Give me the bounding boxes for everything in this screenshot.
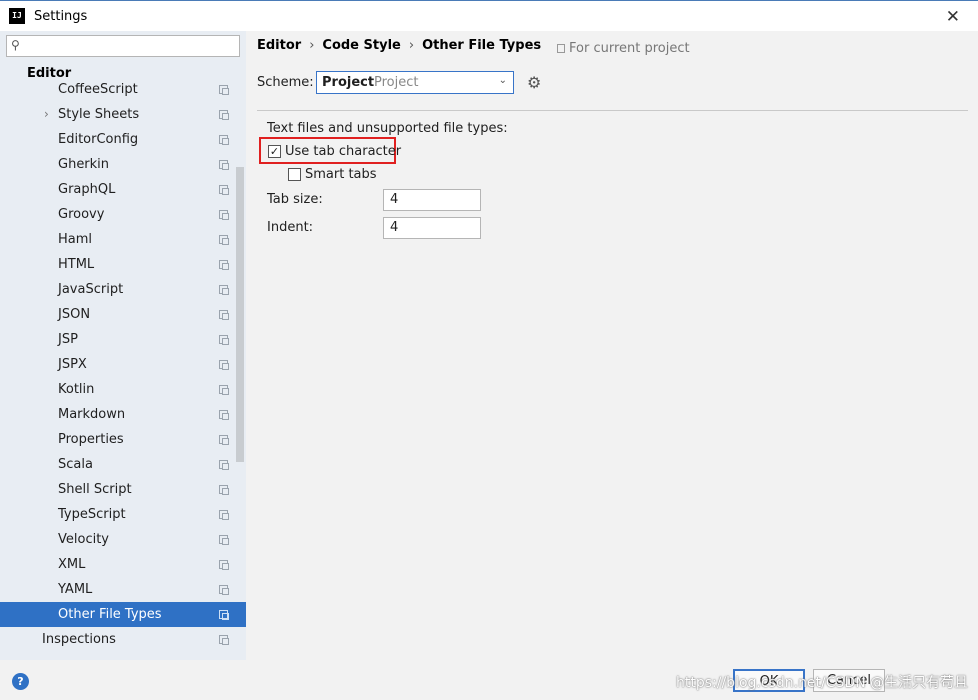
sidebar-item-groovy[interactable]: Groovy: [0, 202, 246, 227]
help-icon[interactable]: ?: [12, 673, 29, 690]
sidebar-item-properties[interactable]: Properties: [0, 427, 246, 452]
sidebar-item-json[interactable]: JSON: [0, 302, 246, 327]
breadcrumb-separator-icon: ›: [309, 38, 315, 53]
sidebar-item-typescript[interactable]: TypeScript: [0, 502, 246, 527]
search-input[interactable]: ⚲: [6, 35, 240, 57]
sidebar-item-gherkin[interactable]: Gherkin: [0, 152, 246, 177]
sidebar-item-haml[interactable]: Haml: [0, 227, 246, 252]
project-scope-icon: [219, 410, 229, 420]
scheme-value: Project: [322, 75, 375, 90]
close-icon[interactable]: ✕: [946, 7, 960, 27]
project-scope-icon: [219, 560, 229, 570]
sidebar-item-yaml[interactable]: YAML: [0, 577, 246, 602]
project-scope-icon: [219, 335, 229, 345]
sidebar-item-javascript[interactable]: JavaScript: [0, 277, 246, 302]
watermark: https://blog.csdn.net/CSDN @生活只有苟且: [676, 675, 969, 691]
sidebar-scrollbar[interactable]: [236, 167, 244, 462]
sidebar-item-shell-script[interactable]: Shell Script: [0, 477, 246, 502]
sidebar-item-jspx[interactable]: JSPX: [0, 352, 246, 377]
project-scope-icon: [219, 185, 229, 195]
sidebar-item-html[interactable]: HTML: [0, 252, 246, 277]
project-scope-icon: [219, 235, 229, 245]
sidebar-item-coffeescript[interactable]: CoffeeScript: [0, 77, 246, 102]
search-icon: ⚲: [11, 38, 20, 52]
scheme-label: Scheme:: [257, 75, 314, 90]
settings-content: Editor › Code Style › Other File Types For c…: [246, 31, 978, 660]
settings-tree: CoffeeScript › Style Sheets EditorConfig …: [0, 77, 246, 652]
use-tab-character-checkbox[interactable]: ✓: [268, 145, 281, 158]
use-tab-character-label[interactable]: Use tab character: [285, 144, 401, 159]
project-scope-icon: [219, 635, 229, 645]
sidebar-item-xml[interactable]: XML: [0, 552, 246, 577]
project-scope-icon: [219, 135, 229, 145]
settings-sidebar: ⚲ Editor CoffeeScript › Style Sheets Edit…: [0, 31, 246, 660]
project-scope-icon: [219, 285, 229, 295]
sidebar-item-markdown[interactable]: Markdown: [0, 402, 246, 427]
title-bar: IJ Settings ✕: [0, 0, 978, 31]
app-icon: IJ: [9, 8, 25, 24]
scope-note: For current project: [557, 41, 690, 56]
project-scope-icon: [219, 85, 229, 95]
project-scope-icon: [219, 310, 229, 320]
breadcrumb-item-editor[interactable]: Editor: [257, 38, 301, 53]
project-scope-icon: [219, 610, 229, 620]
sidebar-item-kotlin[interactable]: Kotlin: [0, 377, 246, 402]
sidebar-item-editorconfig[interactable]: EditorConfig: [0, 127, 246, 152]
project-scope-icon: [219, 260, 229, 270]
indent-input[interactable]: 4: [383, 217, 481, 239]
breadcrumb-separator-icon: ›: [408, 38, 415, 53]
smart-tabs-checkbox[interactable]: [288, 168, 301, 181]
project-scope-icon: [219, 360, 229, 370]
section-description: Text files and unsupported file types:: [267, 121, 508, 136]
dialog-footer: ? OK Cancel https://blog.csdn.net/CSDN @…: [0, 660, 978, 700]
project-scope-icon: [219, 435, 229, 445]
sidebar-item-inspections[interactable]: Inspections: [0, 627, 246, 652]
project-scope-icon: [219, 535, 229, 545]
sidebar-item-style-sheets[interactable]: › Style Sheets: [0, 102, 246, 127]
project-scope-icon: [557, 44, 565, 53]
divider: [257, 110, 968, 111]
project-scope-icon: [219, 110, 229, 120]
project-scope-icon: [219, 485, 229, 495]
sidebar-item-graphql[interactable]: GraphQL: [0, 177, 246, 202]
window-title: Settings: [34, 9, 88, 24]
gear-icon[interactable]: ⚙: [527, 73, 541, 92]
breadcrumb-item-other-file-types: Other File Types: [422, 38, 542, 53]
smart-tabs-label[interactable]: Smart tabs: [305, 167, 377, 182]
chevron-right-icon[interactable]: ›: [44, 102, 49, 127]
project-scope-icon: [219, 210, 229, 220]
project-scope-icon: [219, 585, 229, 595]
scheme-hint: Project: [374, 75, 419, 90]
project-scope-icon: [219, 160, 229, 170]
project-scope-icon: [219, 460, 229, 470]
tab-size-input[interactable]: 4: [383, 189, 481, 211]
breadcrumb-item-code-style[interactable]: Code Style: [322, 38, 400, 53]
breadcrumb: Editor › Code Style › Other File Types: [257, 38, 541, 53]
sidebar-item-other-file-types[interactable]: Other File Types: [0, 602, 246, 627]
scheme-select[interactable]: Project Project ⌄: [316, 71, 514, 94]
chevron-down-icon: ⌄: [498, 75, 507, 86]
indent-label: Indent:: [267, 220, 314, 235]
tab-size-label: Tab size:: [267, 192, 323, 207]
project-scope-icon: [219, 385, 229, 395]
sidebar-item-velocity[interactable]: Velocity: [0, 527, 246, 552]
sidebar-item-jsp[interactable]: JSP: [0, 327, 246, 352]
sidebar-item-scala[interactable]: Scala: [0, 452, 246, 477]
project-scope-icon: [219, 510, 229, 520]
